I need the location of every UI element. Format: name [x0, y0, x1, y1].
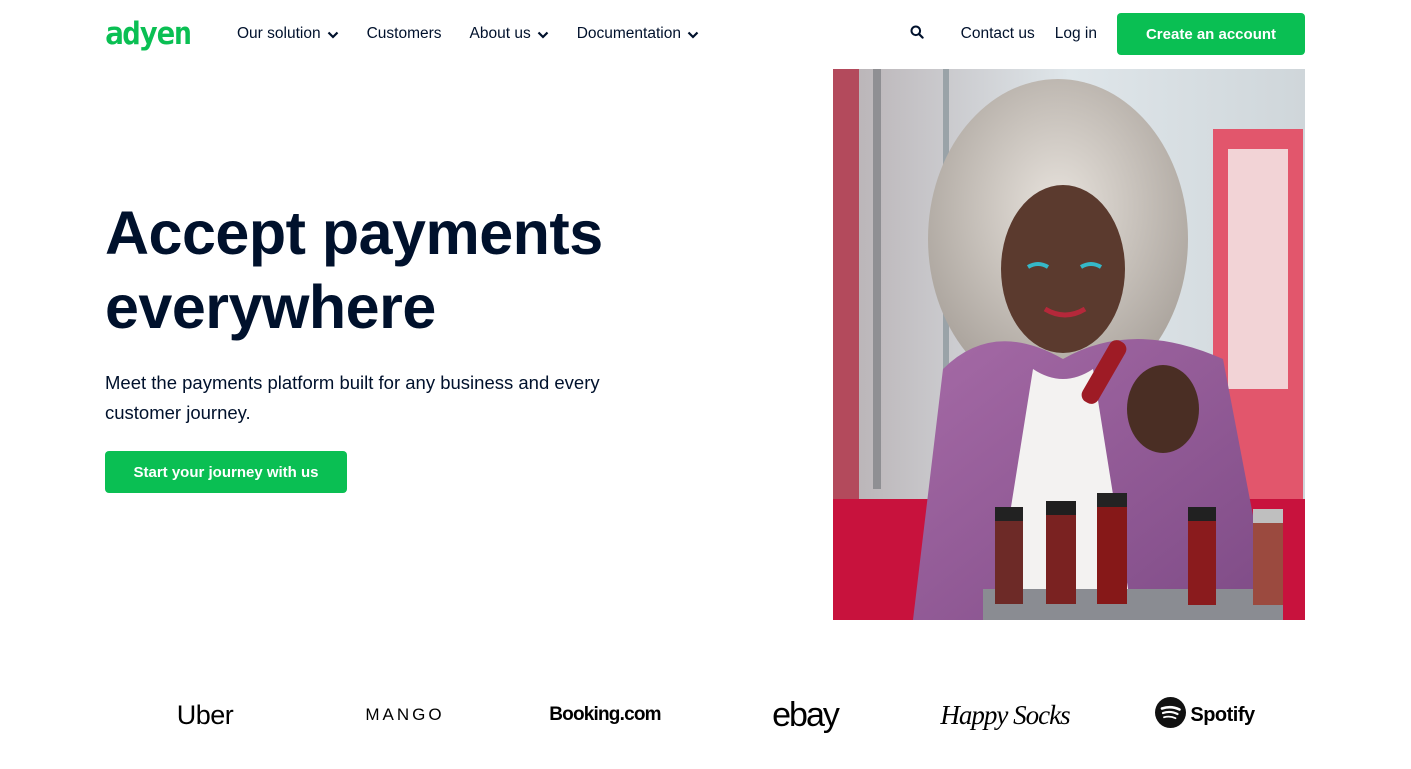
customer-logo-name: Spotify [1190, 703, 1255, 726]
customer-logo-name: ebay [772, 695, 840, 734]
customer-logo-mango: MANGO [305, 690, 505, 740]
search-button[interactable] [907, 24, 927, 44]
customer-logo-ebay: ebay [705, 690, 905, 740]
customer-logo-name: Uber [176, 699, 234, 730]
svg-text:adyen: adyen [105, 17, 191, 51]
nav-item-label: Our solution [237, 25, 321, 42]
hero-subtitle: Meet the payments platform built for any… [105, 372, 600, 423]
customer-logo-name: Booking.com [549, 704, 661, 725]
site-header: adyen Our solution Customers About us Do… [0, 0, 1411, 68]
customer-logos: Uber MANGO Booking.com ebay Happy Socks … [105, 690, 1305, 740]
adyen-logo[interactable]: adyen [105, 16, 207, 52]
header-actions: Contact us Log in Create an account [907, 13, 1305, 55]
customer-logo-spotify: Spotify [1105, 690, 1305, 740]
customer-logo-name: Happy Socks [940, 699, 1070, 730]
spotify-lockup: Spotify [1155, 697, 1255, 733]
chevron-down-icon [537, 28, 549, 40]
nav-item-label: Customers [366, 25, 442, 42]
hero-title-line: Accept payments [105, 199, 603, 267]
nav-documentation[interactable]: Documentation [577, 25, 699, 43]
nav-about-us[interactable]: About us [470, 25, 549, 43]
contact-us-link[interactable]: Contact us [961, 25, 1035, 43]
hero-title-line: everywhere [105, 273, 436, 341]
login-link[interactable]: Log in [1055, 25, 1097, 43]
spotify-icon [1155, 697, 1187, 733]
hero-title: Accept payments everywhere [105, 196, 725, 344]
chevron-down-icon [327, 28, 339, 40]
main-nav: Our solution Customers About us Document… [237, 22, 727, 46]
customer-logo-uber: Uber [105, 690, 305, 740]
start-journey-button[interactable]: Start your journey with us [105, 451, 347, 493]
create-account-button[interactable]: Create an account [1117, 13, 1305, 55]
search-icon [910, 25, 924, 44]
nav-customers[interactable]: Customers [367, 25, 442, 43]
customer-logo-booking: Booking.com [505, 690, 705, 740]
chevron-down-icon [687, 28, 699, 40]
nav-item-label: Documentation [576, 25, 681, 42]
customer-logo-happy-socks: Happy Socks [905, 690, 1105, 740]
hero-image [833, 69, 1305, 620]
customer-logo-name: MANGO [365, 705, 445, 724]
nav-item-label: About us [469, 25, 531, 42]
nav-our-solution[interactable]: Our solution [237, 25, 339, 43]
